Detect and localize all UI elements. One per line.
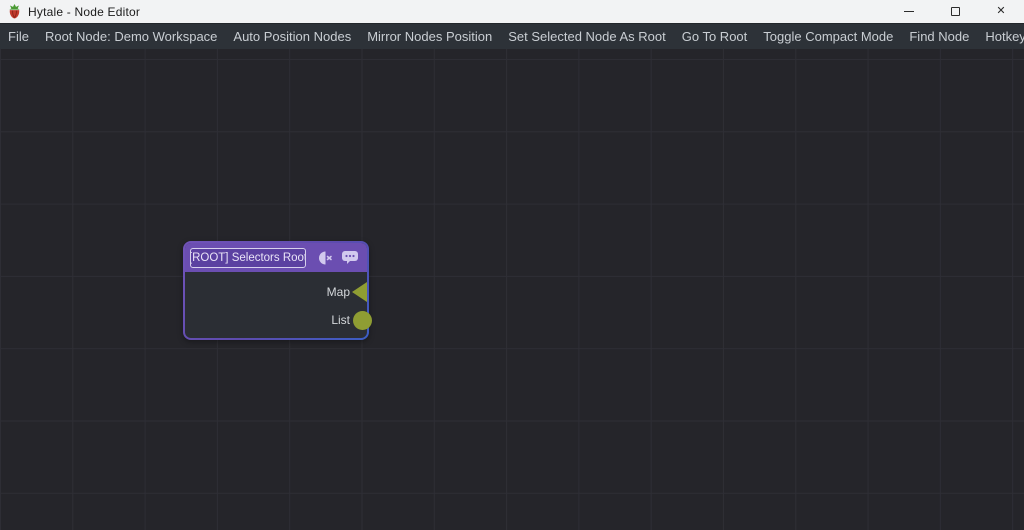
output-connector-list[interactable]: [353, 311, 372, 330]
output-connector-map[interactable]: [352, 282, 367, 302]
minimize-button[interactable]: [886, 0, 932, 23]
maximize-button[interactable]: [932, 0, 978, 23]
node-title-input[interactable]: [ROOT] Selectors Root: [190, 247, 306, 268]
root-selectors-node[interactable]: [ROOT] Selectors Root Map List: [183, 241, 372, 340]
titlebar: Hytale - Node Editor ✕: [0, 0, 1024, 23]
output-label-map: Map: [326, 285, 350, 299]
close-icon: ✕: [996, 5, 1006, 17]
close-button[interactable]: ✕: [978, 0, 1024, 23]
node-editor-canvas[interactable]: [ROOT] Selectors Root Map List: [0, 49, 1024, 530]
mute-icon[interactable]: [316, 250, 334, 266]
menu-item-toggle-compact-mode[interactable]: Toggle Compact Mode: [755, 24, 901, 49]
node-header[interactable]: [ROOT] Selectors Root: [185, 243, 367, 272]
menu-item-set-selected-node-as-root[interactable]: Set Selected Node As Root: [500, 24, 674, 49]
node-inner: [ROOT] Selectors Root Map List: [185, 243, 367, 338]
minimize-icon: [904, 11, 914, 12]
menu-item-go-to-root[interactable]: Go To Root: [674, 24, 756, 49]
menu-item-auto-position-nodes[interactable]: Auto Position Nodes: [225, 24, 359, 49]
menu-item-root-node[interactable]: Root Node: Demo Workspace: [37, 24, 225, 49]
window-controls: ✕: [886, 0, 1024, 23]
menu-item-mirror-nodes-position[interactable]: Mirror Nodes Position: [359, 24, 500, 49]
node-header-icons: [316, 250, 359, 266]
menu-item-find-node[interactable]: Find Node: [901, 24, 977, 49]
window-title: Hytale - Node Editor: [28, 4, 141, 19]
node-body: Map List: [185, 272, 367, 338]
menu-item-hotkeys[interactable]: Hotkeys: [977, 24, 1024, 49]
output-label-list: List: [331, 313, 350, 327]
app-window: Hytale - Node Editor ✕ File Root Node: D…: [0, 0, 1024, 530]
comment-icon[interactable]: [341, 250, 359, 265]
hytale-logo-icon: [7, 4, 22, 19]
menubar: File Root Node: Demo Workspace Auto Posi…: [0, 23, 1024, 49]
maximize-icon: [950, 7, 960, 16]
menu-item-file[interactable]: File: [0, 24, 37, 49]
